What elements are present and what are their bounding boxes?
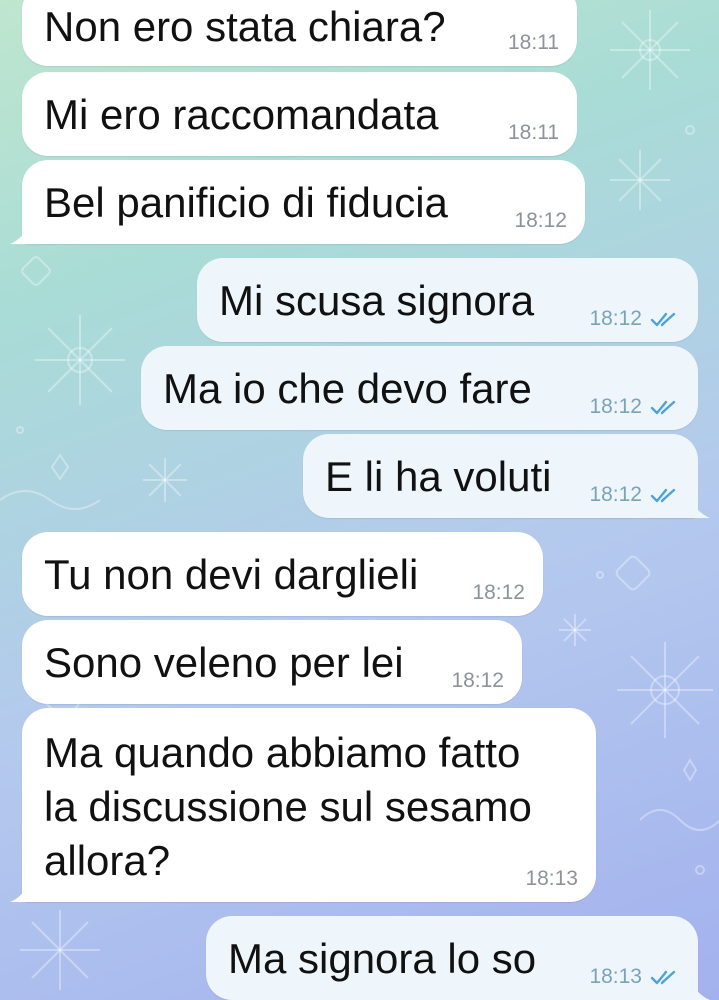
message-bubble-incoming[interactable]: Mi ero raccomandata 18:11 <box>22 72 577 156</box>
message-meta: 18:12 <box>589 484 680 506</box>
message-time: 18:13 <box>589 965 642 988</box>
snowflake-icon <box>35 315 125 405</box>
message-bubble-outgoing[interactable]: Ma io che devo fare 18:12 <box>141 346 698 430</box>
double-check-icon <box>650 400 676 415</box>
message-text: Ma io che devo fare <box>163 365 532 412</box>
double-check-icon <box>650 970 676 985</box>
snowflake-icon <box>20 910 100 990</box>
message-text: Ma signora lo so <box>228 935 537 982</box>
message-meta: 18:12 <box>472 582 525 604</box>
message-bubble-incoming[interactable]: Ma quando abbiamo fatto la discussione s… <box>10 708 596 902</box>
message-time: 18:13 <box>525 867 578 890</box>
diamond-icon <box>21 256 51 286</box>
message-bubble-incoming[interactable]: Tu non devi darglieli 18:12 <box>22 532 543 616</box>
message-bubble-incoming[interactable]: Sono veleno per lei 18:12 <box>22 620 522 704</box>
message-text: Mi scusa signora <box>219 277 535 324</box>
double-check-icon <box>650 312 676 327</box>
message-meta: 18:11 <box>508 32 559 54</box>
message-time: 18:12 <box>589 483 642 506</box>
message-text: Non ero stata chiara? <box>44 3 446 50</box>
message-text: E li ha voluti <box>325 453 552 500</box>
bubble-tail <box>10 880 32 902</box>
double-check-icon <box>650 488 676 503</box>
message-time: 18:12 <box>472 581 525 604</box>
message-text: Sono veleno per lei <box>44 639 404 686</box>
message-meta: 18:12 <box>589 396 680 418</box>
message-meta: 18:11 <box>508 122 559 144</box>
snowflake-icon <box>559 614 591 646</box>
diamond-icon <box>615 555 651 591</box>
snowflake-icon <box>610 10 690 90</box>
message-text: Mi ero raccomandata <box>44 91 439 138</box>
snowflake-icon <box>617 642 713 738</box>
message-time: 18:12 <box>589 307 642 330</box>
message-text: Tu non devi darglieli <box>44 551 419 598</box>
snowflake-icon <box>610 150 670 210</box>
bubble-tail <box>688 978 710 1000</box>
star-icon <box>682 758 698 782</box>
star-icon <box>50 453 70 481</box>
message-meta: 18:13 <box>589 966 680 988</box>
message-bubble-outgoing[interactable]: Ma signora lo so 18:13 <box>206 916 710 1000</box>
message-bubble-incoming[interactable]: Non ero stata chiara? 18:11 <box>22 0 577 66</box>
snowflake-icon <box>143 458 187 502</box>
message-meta: 18:13 <box>525 868 578 890</box>
message-time: 18:11 <box>508 31 559 54</box>
message-time: 18:11 <box>508 121 559 144</box>
message-bubble-outgoing[interactable]: Mi scusa signora 18:12 <box>197 258 698 342</box>
message-meta: 18:12 <box>451 670 504 692</box>
bubble-tail <box>10 222 32 244</box>
message-bubble-incoming[interactable]: Bel panificio di fiducia 18:12 <box>10 160 585 244</box>
message-meta: 18:12 <box>514 210 567 232</box>
message-meta: 18:12 <box>589 308 680 330</box>
message-time: 18:12 <box>589 395 642 418</box>
message-time: 18:12 <box>514 209 567 232</box>
bubble-tail <box>688 496 710 518</box>
message-text: Bel panificio di fiducia <box>44 179 448 226</box>
message-text: Ma quando abbiamo fatto la discussione s… <box>44 729 532 884</box>
message-bubble-outgoing[interactable]: E li ha voluti 18:12 <box>303 434 710 518</box>
message-time: 18:12 <box>451 669 504 692</box>
